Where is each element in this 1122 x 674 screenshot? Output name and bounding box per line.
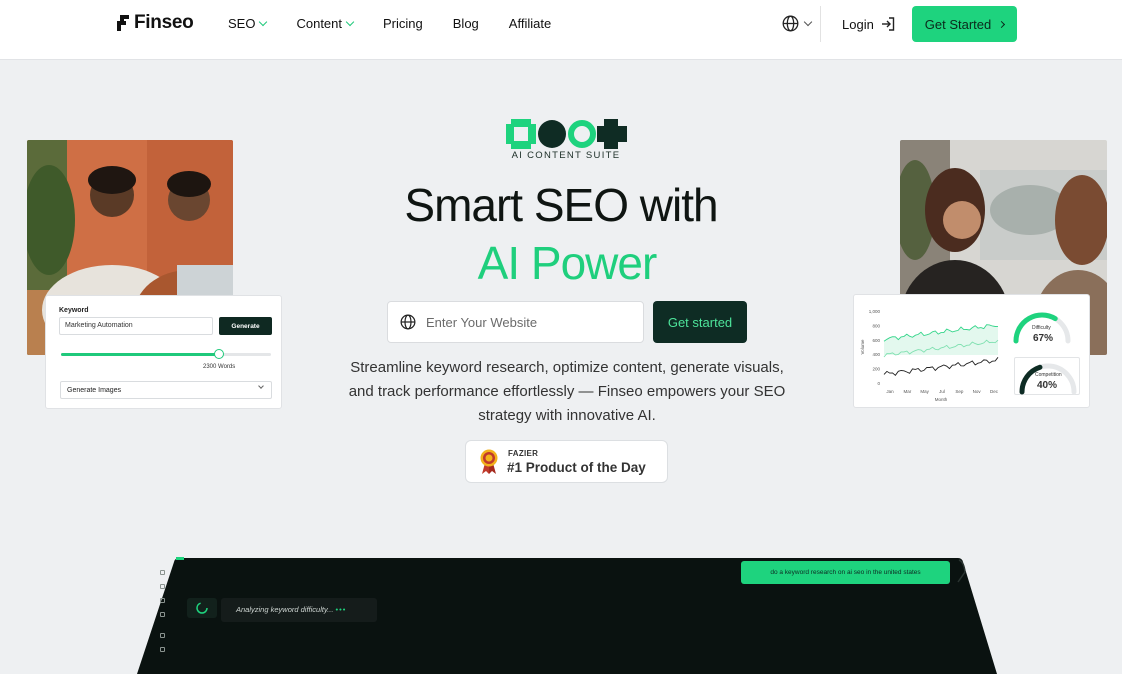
app-sidebar-icons: [157, 570, 171, 661]
website-input-wrapper[interactable]: [387, 301, 644, 343]
language-selector[interactable]: [782, 15, 813, 32]
typing-dots-icon: •••: [335, 605, 347, 614]
medal-icon: [480, 449, 498, 474]
badge-source: FAZIER: [508, 449, 539, 458]
y-tick-label: 400: [872, 352, 880, 357]
dark-circle-icon: [538, 120, 566, 148]
brand-logo[interactable]: Finseo: [117, 12, 194, 34]
nav-item-content-label: Content: [296, 16, 343, 31]
keyword-label: Keyword: [59, 307, 89, 314]
slider-thumb[interactable]: [213, 349, 224, 359]
status-text: Analyzing keyword difficulty...: [236, 605, 334, 614]
keyword-generator-card: Keyword Marketing Automation Generate 23…: [45, 295, 282, 409]
ring-icon: [568, 120, 596, 148]
keyword-metrics-card: 1,000 800 600 400 200 0 Jan Mar May Jul Sep Nov Dec M…: [853, 294, 1090, 408]
y-axis-label: Volume: [860, 339, 865, 355]
y-tick-label: 200: [872, 367, 880, 372]
nav-item-affiliate-label: Affiliate: [508, 16, 552, 31]
competition-box: Competition 40%: [1014, 357, 1080, 395]
user-chat-message: do a keyword research on ai seo in the u…: [741, 561, 950, 584]
plus-icon: [597, 119, 627, 149]
sidebar-icon[interactable]: [160, 612, 165, 617]
login-label: Login: [842, 16, 874, 32]
x-tick-label: Nov: [973, 389, 982, 394]
nav-item-content[interactable]: Content: [296, 16, 355, 31]
sidebar-icon[interactable]: [160, 584, 165, 589]
chevron-down-icon: [345, 17, 355, 26]
suite-label: AI CONTENT SUITE: [511, 150, 621, 161]
x-tick-label: Sep: [955, 389, 964, 394]
login-link[interactable]: Login: [842, 16, 896, 32]
y-tick-label: 0: [877, 381, 880, 386]
nav-item-pricing-label: Pricing: [383, 16, 423, 31]
keyword-input[interactable]: Marketing Automation: [59, 317, 213, 335]
x-tick-label: Jul: [939, 389, 945, 394]
nav-item-blog-label: Blog: [452, 16, 479, 31]
y-tick-label: 600: [872, 338, 880, 343]
generate-button[interactable]: Generate: [219, 317, 272, 335]
chevron-down-icon: [803, 17, 813, 26]
difficulty-label: Difficulty: [1032, 325, 1051, 331]
competition-value: 40%: [1037, 380, 1058, 391]
get-started-nav-label: Get Started: [924, 16, 992, 32]
pixel-square-icon: [506, 119, 536, 149]
sidebar-icon[interactable]: [160, 570, 165, 575]
competition-label: Competition: [1035, 372, 1062, 378]
brand-name: Finseo: [134, 12, 194, 33]
nav-item-seo-label: SEO: [228, 16, 256, 31]
get-started-nav-button[interactable]: Get Started: [912, 6, 1017, 42]
sidebar-icon[interactable]: [160, 598, 165, 603]
x-tick-label: Jan: [886, 389, 894, 394]
loading-spinner-box: [187, 598, 217, 618]
nav-links: SEO Content Pricing Blog Affiliate: [228, 16, 581, 31]
hero-description: Streamline keyword research, optimize co…: [348, 359, 786, 424]
image-generation-select[interactable]: Generate Images: [60, 381, 272, 399]
sidebar-icon[interactable]: [160, 633, 165, 638]
badge-title: #1 Product of the Day: [507, 460, 646, 475]
spinner-icon: [196, 602, 208, 614]
x-axis-label: Month: [935, 397, 948, 402]
ai-suite-icons: [506, 119, 627, 149]
login-arrow-icon: [881, 17, 895, 31]
nav-item-pricing[interactable]: Pricing: [383, 16, 423, 31]
status-message: Analyzing keyword difficulty... •••: [221, 598, 377, 622]
nav-divider: [820, 6, 821, 42]
nav-item-blog[interactable]: Blog: [453, 16, 479, 31]
chevron-right-icon: [998, 20, 1006, 28]
x-tick-label: May: [920, 389, 929, 394]
difficulty-gauge: [1013, 312, 1071, 344]
series-line-lower: [883, 357, 999, 376]
globe-icon: [400, 314, 416, 330]
finseo-logo-icon: [117, 15, 129, 31]
volume-chart: 1,000 800 600 400 200 0 Jan Mar May Jul Sep Nov Dec M…: [860, 309, 999, 402]
difficulty-value: 67%: [1033, 333, 1054, 344]
sidebar-icon[interactable]: [160, 647, 165, 652]
get-started-hero-button[interactable]: Get started: [653, 301, 747, 343]
y-tick-label: 1,000: [869, 309, 881, 314]
nav-item-affiliate[interactable]: Affiliate: [509, 16, 551, 31]
chevron-down-icon: [259, 17, 268, 26]
globe-icon: [782, 15, 799, 32]
x-tick-label: Mar: [903, 389, 911, 394]
website-input[interactable]: [426, 314, 626, 330]
area-fill: [884, 324, 998, 355]
x-tick-label: Dec: [990, 389, 999, 394]
word-count-slider[interactable]: [61, 349, 271, 359]
image-select-value: Generate Images: [67, 387, 122, 394]
nav-item-seo[interactable]: SEO: [228, 16, 268, 31]
product-of-day-badge[interactable]: FAZIER #1 Product of the Day: [465, 440, 668, 483]
slider-fill: [61, 353, 219, 356]
chevron-down-icon: [258, 383, 264, 389]
y-tick-label: 800: [872, 323, 880, 328]
word-count-label: 2300 Words: [203, 364, 236, 370]
top-navbar: Finseo SEO Content Pricing Blog Affiliat…: [0, 0, 1122, 60]
